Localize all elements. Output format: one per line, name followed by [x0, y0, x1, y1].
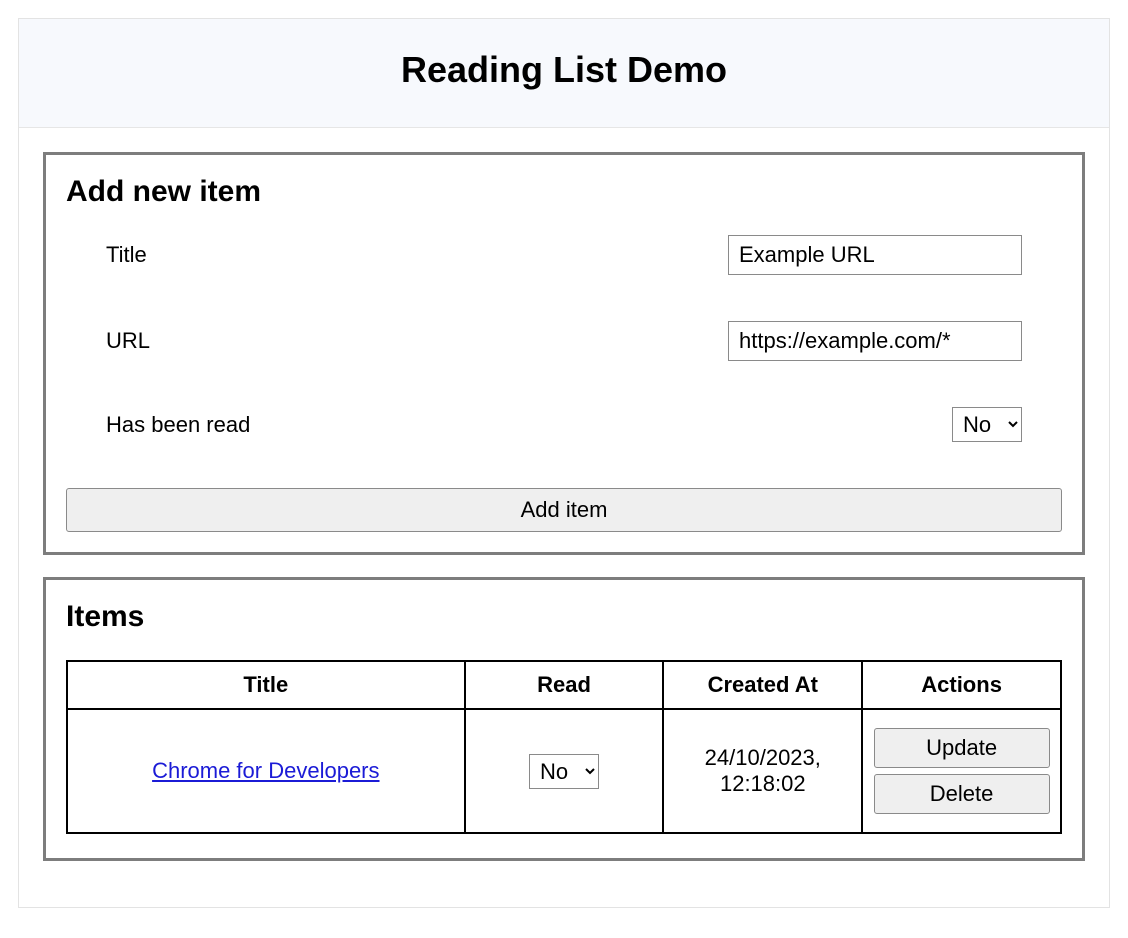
- page-header: Reading List Demo: [19, 19, 1109, 128]
- delete-button[interactable]: Delete: [874, 774, 1050, 814]
- title-input[interactable]: [728, 235, 1022, 275]
- col-header-title: Title: [67, 661, 465, 709]
- cell-title: Chrome for Developers: [67, 709, 465, 833]
- page-container: Reading List Demo Add new item Title URL…: [18, 18, 1110, 908]
- has-been-read-select[interactable]: NoYes: [952, 407, 1022, 442]
- page-title: Reading List Demo: [29, 49, 1099, 91]
- form-row-url: URL: [66, 321, 1062, 361]
- form-row-title: Title: [66, 235, 1062, 275]
- items-panel: Items Title Read Created At Actions Chro…: [43, 577, 1085, 861]
- row-read-select[interactable]: NoYes: [529, 754, 599, 789]
- table-row: Chrome for Developers NoYes 24/10/2023, 12…: [67, 709, 1061, 833]
- form-row-read: Has been read NoYes: [66, 407, 1062, 442]
- add-item-heading: Add new item: [66, 175, 1062, 209]
- url-label: URL: [106, 328, 150, 354]
- cell-created-at: 24/10/2023, 12:18:02: [663, 709, 862, 833]
- table-header-row: Title Read Created At Actions: [67, 661, 1061, 709]
- add-item-button[interactable]: Add item: [66, 488, 1062, 532]
- col-header-created: Created At: [663, 661, 862, 709]
- title-label: Title: [106, 242, 147, 268]
- items-table: Title Read Created At Actions Chrome for…: [66, 660, 1062, 834]
- item-title-link[interactable]: Chrome for Developers: [152, 758, 379, 783]
- cell-read: NoYes: [465, 709, 664, 833]
- col-header-actions: Actions: [862, 661, 1061, 709]
- has-been-read-label: Has been read: [106, 412, 250, 438]
- content-area: Add new item Title URL Has been read NoY…: [19, 128, 1109, 907]
- col-header-read: Read: [465, 661, 664, 709]
- add-item-panel: Add new item Title URL Has been read NoY…: [43, 152, 1085, 555]
- url-input[interactable]: [728, 321, 1022, 361]
- update-button[interactable]: Update: [874, 728, 1050, 768]
- cell-actions: Update Delete: [862, 709, 1061, 833]
- items-heading: Items: [66, 600, 1062, 634]
